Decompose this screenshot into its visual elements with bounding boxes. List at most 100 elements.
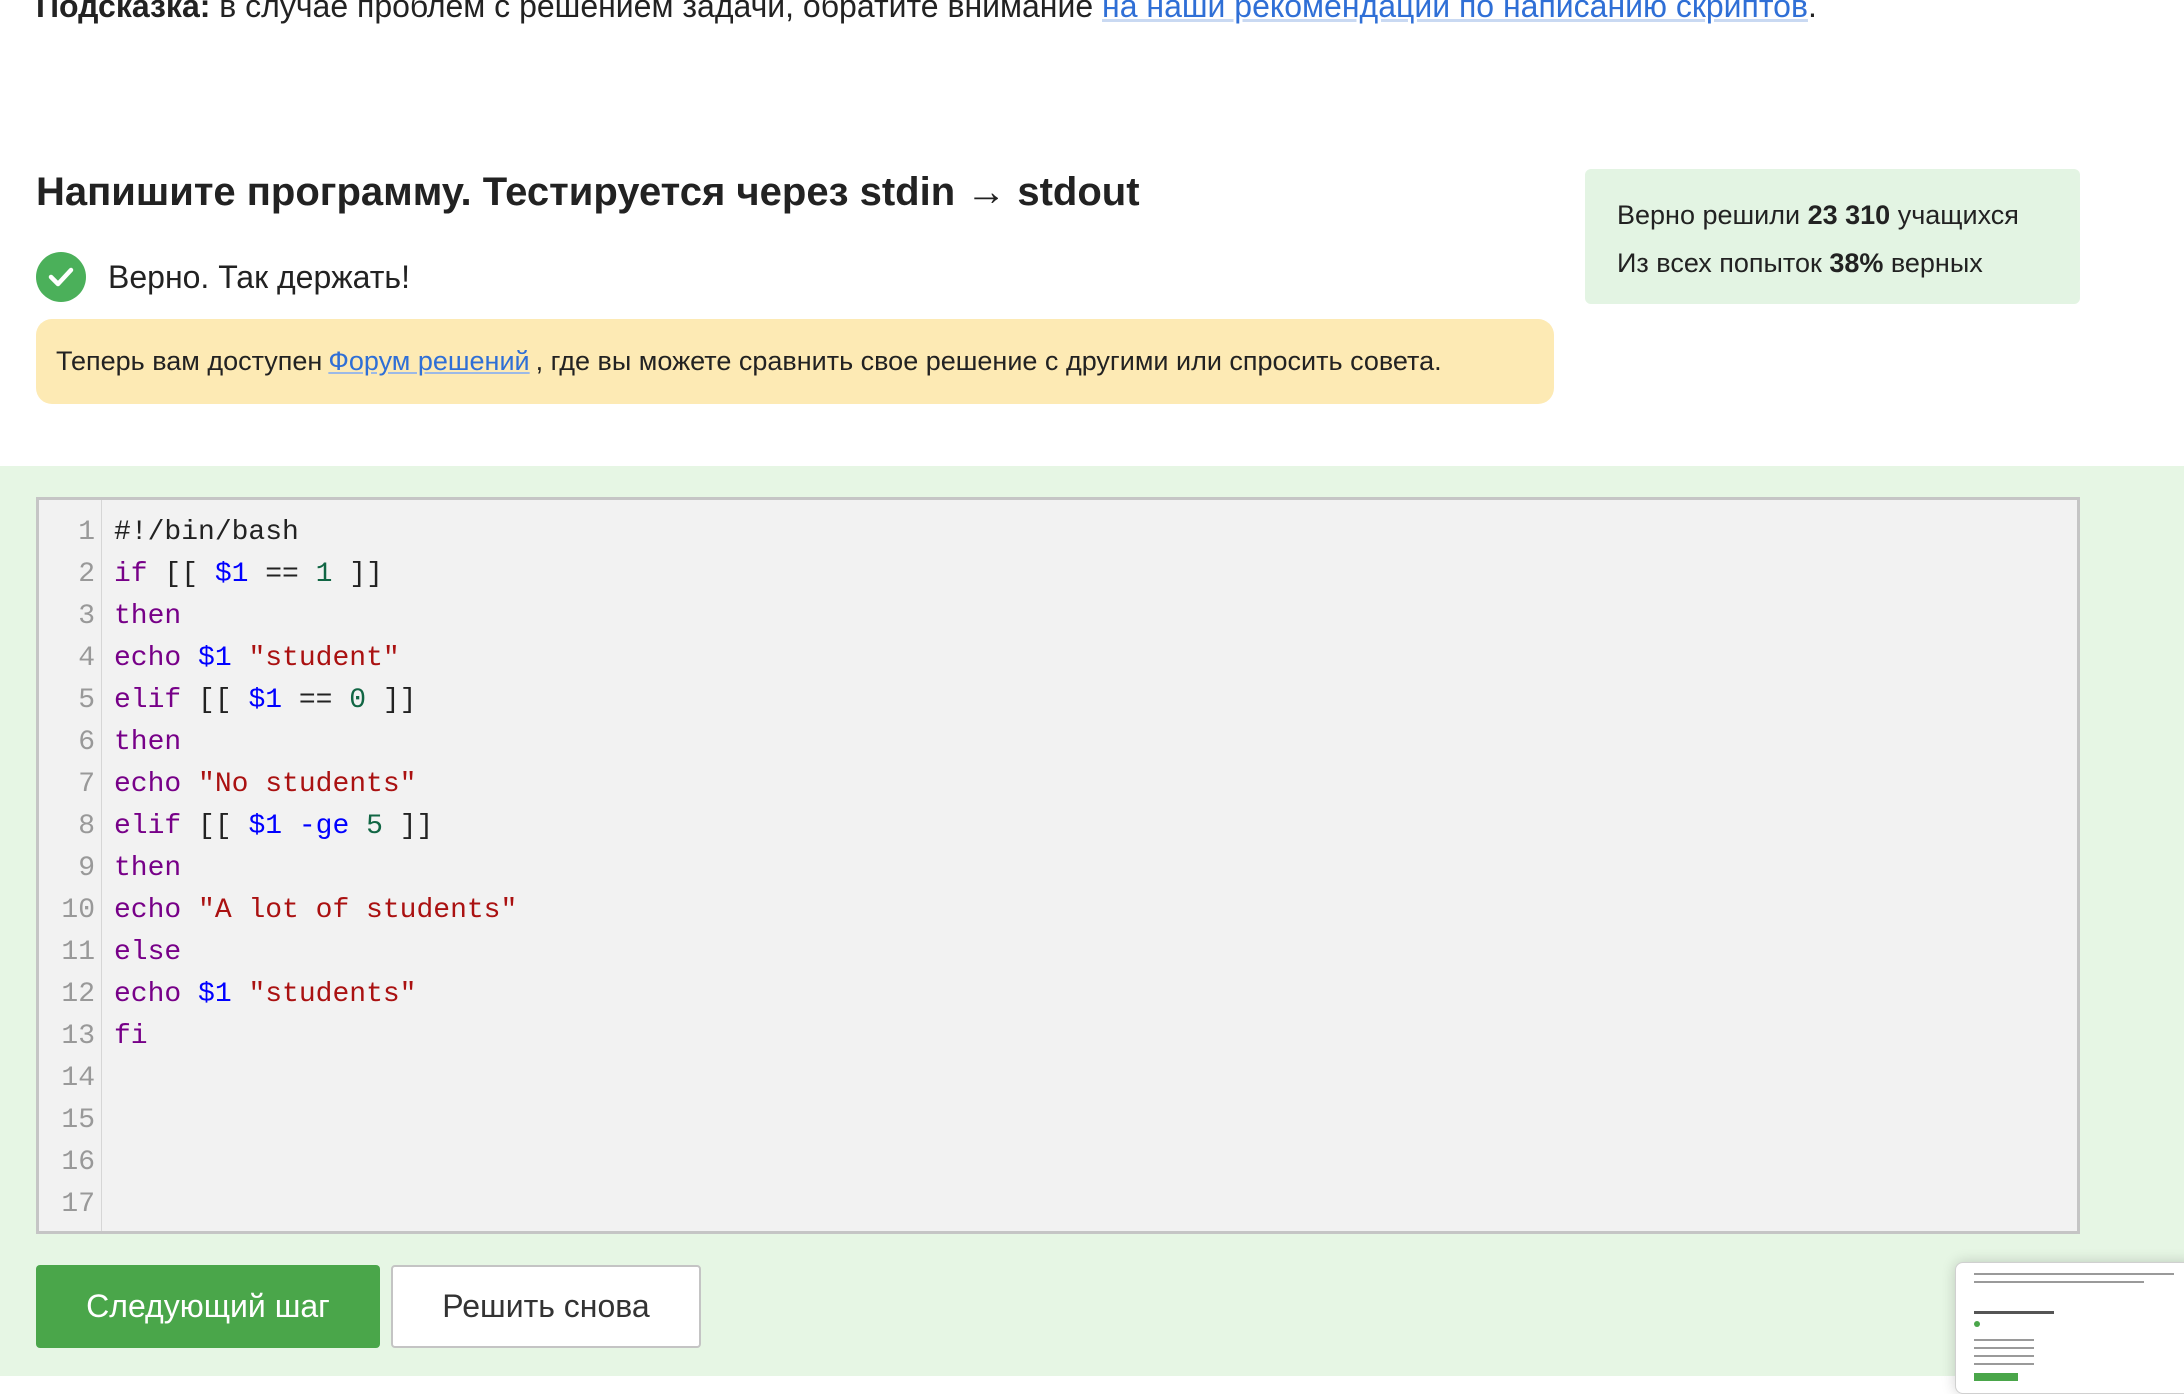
code-line[interactable]: fi (114, 1016, 148, 1058)
forum-text-after: , где вы можете сравнить свое решение с … (535, 346, 1442, 376)
code-token: 0 (349, 685, 367, 716)
code-token: ]] (366, 685, 417, 716)
code-line[interactable]: echo "A lot of students" (114, 890, 517, 932)
code-line[interactable]: #!/bin/bash (114, 512, 299, 554)
line-number: 14 (61, 1063, 95, 1094)
code-line[interactable]: elif [[ $1 -ge 5 ]] (114, 806, 433, 848)
code-token: $1 (214, 559, 249, 590)
preview-check (1974, 1321, 1980, 1327)
stats-attempts-prefix: Из всех попыток (1617, 248, 1830, 278)
line-number: 11 (61, 937, 95, 968)
code-token: [[ (181, 811, 249, 842)
line-number: 5 (78, 685, 95, 716)
code-token: ]] (382, 811, 434, 842)
line-number: 4 (78, 643, 95, 674)
code-token: fi (114, 1021, 148, 1052)
retry-button[interactable]: Решить снова (391, 1265, 701, 1348)
line-number: 7 (78, 769, 95, 800)
forum-text-before: Теперь вам доступен (56, 346, 323, 376)
code-token: $1 (248, 811, 283, 842)
line-number: 6 (78, 727, 95, 758)
code-token: then (114, 853, 182, 884)
line-number: 1 (78, 517, 95, 548)
stats-solved-count: 23 310 (1807, 200, 1891, 230)
preview-button (1974, 1373, 2018, 1381)
code-token: echo (114, 643, 182, 674)
preview-line (1974, 1339, 2034, 1341)
preview-line (1974, 1355, 2034, 1357)
code-token: "No students" (198, 769, 417, 800)
code-line[interactable]: then (114, 848, 181, 890)
code-token: elif (114, 811, 182, 842)
verdict: Верно. Так держать! (36, 252, 410, 302)
code-token: elif (114, 685, 182, 716)
code-token: #!/bin/bash (114, 517, 299, 548)
code-line[interactable]: echo "No students" (114, 764, 416, 806)
code-token: [[ (147, 559, 215, 590)
code-line[interactable]: elif [[ $1 == 0 ]] (114, 680, 417, 722)
task-title: Напишите программу. Тестируется через st… (36, 170, 1140, 214)
code-token: then (114, 727, 182, 758)
stats-attempts: Из всех попыток 38% верных (1617, 239, 2080, 287)
stats-solved-prefix: Верно решили (1617, 200, 1808, 230)
code-token: else (114, 937, 182, 968)
code-token: == (248, 559, 316, 590)
line-number: 16 (61, 1147, 95, 1178)
code-token: "students" (248, 979, 417, 1010)
code-line[interactable]: echo $1 "students" (114, 974, 416, 1016)
code-token: echo (114, 979, 182, 1010)
hint-end: . (1807, 0, 1817, 24)
code-line[interactable]: then (114, 722, 181, 764)
code-token: $1 (198, 643, 232, 674)
code-token: if (114, 559, 148, 590)
checkmark-icon (36, 252, 86, 302)
hint-text: Подсказка: в случае проблем с решением з… (36, 0, 1817, 26)
verdict-text: Верно. Так держать! (108, 258, 410, 295)
forum-link[interactable]: Форум решений (328, 346, 529, 377)
hint-body: в случае проблем с решением задачи, обра… (210, 0, 1103, 24)
code-token: "student" (248, 643, 400, 674)
code-token: 1 (315, 559, 333, 590)
line-number: 13 (61, 1021, 95, 1052)
line-number: 17 (61, 1189, 95, 1220)
preview-thumbnail[interactable] (1955, 1262, 2184, 1394)
code-token: "A lot of students" (198, 895, 518, 926)
code-line[interactable]: if [[ $1 == 1 ]] (114, 554, 383, 596)
line-number: 3 (78, 601, 95, 632)
stats-attempts-percent: 38% (1829, 248, 1884, 278)
stats-solved: Верно решили 23 310 учащихся (1617, 191, 2080, 239)
line-number: 12 (61, 979, 95, 1010)
code-token: -ge (298, 811, 350, 842)
code-editor[interactable]: 1 2 3 4 5 6 7 8 9 10 11 12 13 14 15 16 17 #!/bin/bash if [… (36, 497, 2080, 1234)
preview-line (1974, 1363, 2034, 1365)
preview-line (1974, 1281, 2144, 1283)
line-number: 10 (61, 895, 95, 926)
code-line[interactable]: else (114, 932, 181, 974)
line-number: 15 (61, 1105, 95, 1136)
code-token: $1 (198, 979, 232, 1010)
code-line[interactable]: then (114, 596, 181, 638)
hint-recommendations-link[interactable]: на наши рекомендации по написанию скрипт… (1102, 0, 1808, 24)
code-token: 5 (366, 811, 383, 842)
line-number: 2 (78, 559, 95, 590)
line-number: 8 (78, 811, 95, 842)
code-token: then (114, 601, 182, 632)
stats-solved-suffix: учащихся (1890, 200, 2019, 230)
stats-attempts-suffix: верных (1883, 248, 1983, 278)
code-token: echo (114, 769, 182, 800)
preview-line (1974, 1311, 2054, 1314)
next-step-button[interactable]: Следующий шаг (36, 1265, 380, 1348)
code-token: == (282, 685, 350, 716)
preview-line (1974, 1347, 2034, 1349)
code-line[interactable]: echo $1 "student" (114, 638, 400, 680)
forum-banner: Теперь вам доступен Форум решений , где … (36, 319, 1554, 404)
stats-panel: Верно решили 23 310 учащихся Из всех поп… (1585, 169, 2080, 304)
code-token: ]] (332, 559, 383, 590)
